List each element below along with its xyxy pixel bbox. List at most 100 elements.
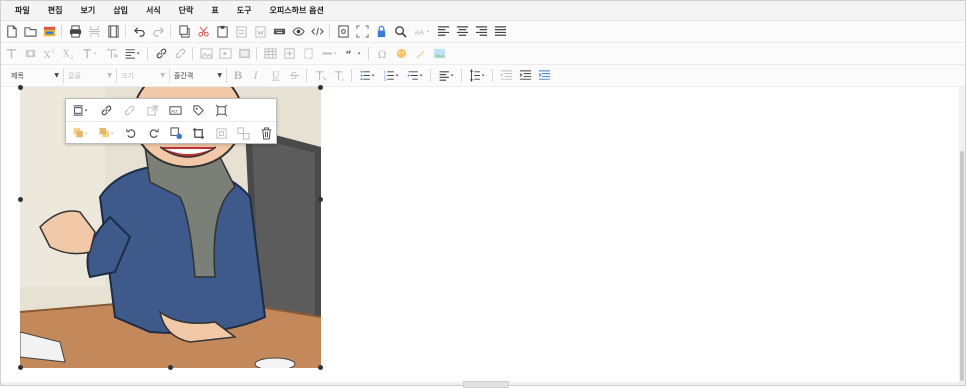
image-rotate-right-button[interactable] [144,124,163,142]
text-color-button[interactable] [79,45,101,62]
fullscreen-button[interactable] [354,23,371,40]
resize-handle-middle-right[interactable] [318,197,323,202]
menu-officehub-options[interactable]: 오피스하브 옵션 [270,5,324,16]
menu-view[interactable]: 보기 [80,5,95,16]
print-button[interactable] [67,23,84,40]
image-delete-button[interactable] [257,124,276,142]
subscript-button[interactable]: X2 [60,45,77,62]
align-justify-button[interactable] [492,23,509,40]
menu-file[interactable]: 파일 [15,5,30,16]
image-alt-text-button[interactable]: ALT [165,101,185,119]
find-document-button[interactable] [335,23,352,40]
resize-handle-bottom-right[interactable] [318,365,323,370]
scrollbar-thumb[interactable] [960,151,964,381]
paste-button[interactable] [214,23,231,40]
bullet-list-button[interactable] [357,67,379,84]
text-indent-button[interactable] [312,67,329,84]
resize-handle-middle-left[interactable] [18,197,23,202]
image-crop-button[interactable] [189,124,208,142]
unlink-button[interactable] [172,45,189,62]
size-select[interactable]: 크기 ▼ [121,68,170,83]
image-fit-button[interactable] [211,101,231,119]
menu-format[interactable]: 서식 [146,5,161,16]
keyboard-button[interactable] [271,23,288,40]
resize-handle-top-right[interactable] [318,85,323,90]
block-button[interactable] [22,45,39,62]
image-shrink-button[interactable] [234,124,253,142]
paragraph-align-button[interactable] [436,67,458,84]
block-indent-button[interactable] [536,67,553,84]
lock-button[interactable] [373,23,390,40]
paste-word-button[interactable] [252,23,269,40]
menu-edit[interactable]: 편집 [48,5,63,16]
cut-button[interactable] [195,23,212,40]
clear-format-button[interactable] [103,45,120,62]
horizontal-rule-button[interactable] [319,45,341,62]
align-right-button[interactable] [473,23,490,40]
multilevel-list-button[interactable] [405,67,427,84]
image-send-backward-button[interactable] [95,124,118,142]
template-button[interactable] [41,23,58,40]
resize-handle-top-left[interactable] [18,85,23,90]
new-document-button[interactable] [3,23,20,40]
image-rotate-left-button[interactable] [122,124,141,142]
bullet-list-icon [360,70,375,81]
underline-icon: U [272,70,280,81]
blockquote-button[interactable]: “ [343,45,365,62]
text-direction-button[interactable]: x [331,67,348,84]
paste-text-button[interactable] [233,23,250,40]
copy-button[interactable] [176,23,193,40]
insert-anchor-button[interactable] [281,45,298,62]
outdent-button[interactable] [498,67,515,84]
resize-handle-bottom-center[interactable] [168,365,173,370]
image-reset-size-button[interactable] [212,124,231,142]
numbered-list-button[interactable]: 123 [381,67,403,84]
image-bring-forward-button[interactable] [69,124,92,142]
resize-handle-bottom-left[interactable] [18,365,23,370]
align-left-button[interactable] [435,23,452,40]
open-button[interactable] [22,23,39,40]
menu-paragraph[interactable]: 단락 [179,5,194,16]
image-tag-button[interactable] [188,101,208,119]
font-select[interactable]: 글꼴 ▼ [68,68,117,83]
source-code-button[interactable] [309,23,326,40]
preview-button[interactable] [290,23,307,40]
redo-button[interactable] [150,23,167,40]
emoji-button[interactable] [393,45,410,62]
font-case-button[interactable]: aA [411,23,433,40]
image-align-button[interactable] [69,101,93,119]
line-spacing-button[interactable] [467,67,489,84]
italic-button[interactable]: I [248,67,265,84]
page-break-button[interactable] [86,23,103,40]
heading-select[interactable]: 제목 ▼ [11,68,64,83]
insert-image-button[interactable] [198,45,215,62]
image-open-link-button[interactable] [142,101,162,119]
photo-button[interactable] [431,45,448,62]
strikethrough-button[interactable]: S [286,67,303,84]
menu-insert[interactable]: 삽입 [113,5,128,16]
line-height-select[interactable]: 줄간격 ▼ [174,68,227,83]
undo-button[interactable] [131,23,148,40]
resize-grip[interactable] [463,381,509,388]
search-button[interactable] [392,23,409,40]
insert-table-button[interactable] [262,45,279,62]
text-style-button[interactable] [3,45,20,62]
image-unlink-button[interactable] [119,101,139,119]
bold-button[interactable]: B [229,67,246,84]
page-layout-button[interactable] [105,23,122,40]
underline-button[interactable]: U [267,67,284,84]
menu-table[interactable]: 표 [211,5,218,16]
insert-file-button[interactable] [236,45,253,62]
superscript-button[interactable]: X2 [41,45,58,62]
image-edit-button[interactable] [167,124,186,142]
image-link-button[interactable] [96,101,116,119]
align-center-button[interactable] [454,23,471,40]
insert-media-button[interactable] [217,45,234,62]
pen-button[interactable] [412,45,429,62]
special-char-button[interactable]: Ω [374,45,391,62]
insert-template-button[interactable] [300,45,317,62]
link-button[interactable] [153,45,170,62]
indent-button[interactable] [517,67,534,84]
paragraph-style-button[interactable] [122,45,144,62]
menu-tools[interactable]: 도구 [237,5,252,16]
